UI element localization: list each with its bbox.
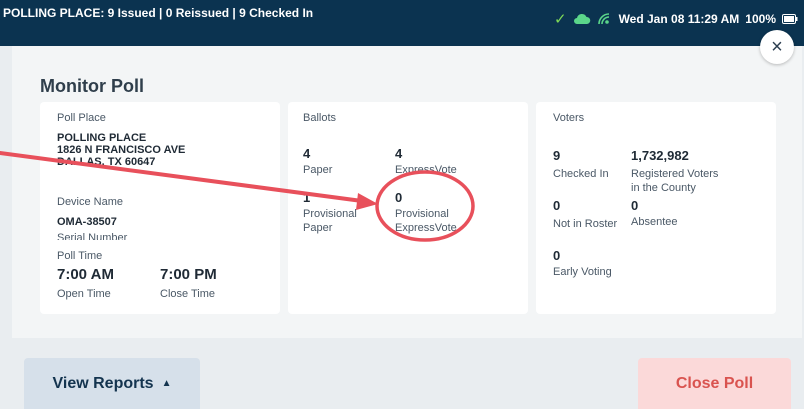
device-name: OMA-38507 [57, 216, 117, 228]
provisional-paper-label-2: Paper [303, 222, 333, 234]
ballots-card: Ballots 4 Paper 4 ExpressVote 1 Provisio… [288, 102, 528, 314]
absentee-count: 0 [631, 198, 639, 213]
paper-count: 4 [303, 146, 311, 161]
view-reports-button[interactable]: View Reports ▲ [24, 358, 200, 409]
battery-icon [782, 14, 798, 24]
open-time-label: Open Time [57, 288, 111, 300]
close-poll-label: Close Poll [675, 374, 754, 392]
checked-in-count: 9 [553, 148, 561, 163]
datetime: Wed Jan 08 11:29 AM [618, 12, 740, 26]
dialog-title: Monitor Poll [40, 76, 144, 96]
close-icon: × [771, 35, 783, 58]
serial-number-clip: Serial Number [57, 228, 257, 240]
early-voting-label: Early Voting [553, 266, 612, 278]
device-name-label: Device Name [57, 196, 124, 208]
close-time: 7:00 PM [160, 266, 217, 283]
poll-place-label: Poll Place [57, 112, 106, 124]
status-bar: POLLING PLACE: 9 Issued | 0 Reissued | 9… [0, 0, 804, 46]
registered-voters-label: Registered Voters [631, 168, 719, 180]
checked-in-label: Checked In [553, 168, 609, 180]
registered-voters-label-2: in the County [631, 182, 696, 194]
registered-voters-count: 1,732,982 [631, 148, 689, 163]
close-time-label: Close Time [160, 288, 216, 300]
status-indicators: ✓ Wed Jan 08 11:29 AM 100% [554, 10, 798, 28]
check-icon: ✓ [553, 11, 567, 28]
address-line2: DALLAS, TX 60647 [57, 156, 156, 168]
provisional-expressvote-count: 0 [395, 190, 403, 205]
not-in-roster-count: 0 [553, 198, 561, 213]
close-dialog-button[interactable]: × [760, 30, 794, 64]
voters-card: Voters 9 Checked In 1,732,982 Registered… [536, 102, 776, 314]
poll-info-card: Poll Place POLLING PLACE 1826 N FRANCISC… [40, 102, 280, 314]
poll-place-name: POLLING PLACE [57, 132, 147, 144]
voters-title: Voters [553, 112, 585, 124]
expressvote-label: ExpressVote [395, 164, 457, 176]
provisional-expressvote-label-2: ExpressVote [395, 222, 457, 234]
early-voting-count: 0 [553, 248, 561, 263]
serial-number-label: Serial Number [57, 232, 128, 240]
poll-time-label: Poll Time [57, 250, 103, 262]
provisional-paper-count: 1 [303, 190, 311, 205]
cloud-icon [573, 13, 590, 24]
open-time: 7:00 AM [57, 266, 114, 283]
polling-summary: POLLING PLACE: 9 Issued | 0 Reissued | 9… [3, 6, 314, 20]
not-in-roster-label: Not in Roster [553, 218, 618, 230]
signal-icon [597, 13, 609, 25]
ballots-title: Ballots [303, 112, 337, 124]
view-reports-label: View Reports [52, 374, 154, 392]
caret-up-icon: ▲ [161, 378, 172, 389]
expressvote-count: 4 [395, 146, 403, 161]
monitor-poll-dialog: Monitor Poll Poll Place POLLING PLACE 18… [12, 46, 802, 338]
close-poll-button[interactable]: Close Poll [638, 358, 791, 409]
battery-level: 100% [745, 12, 776, 26]
provisional-paper-label: Provisional [303, 208, 357, 220]
provisional-expressvote-label: Provisional [395, 208, 449, 220]
paper-label: Paper [303, 164, 333, 176]
address-line1: 1826 N FRANCISCO AVE [57, 144, 186, 156]
absentee-label: Absentee [631, 216, 678, 228]
